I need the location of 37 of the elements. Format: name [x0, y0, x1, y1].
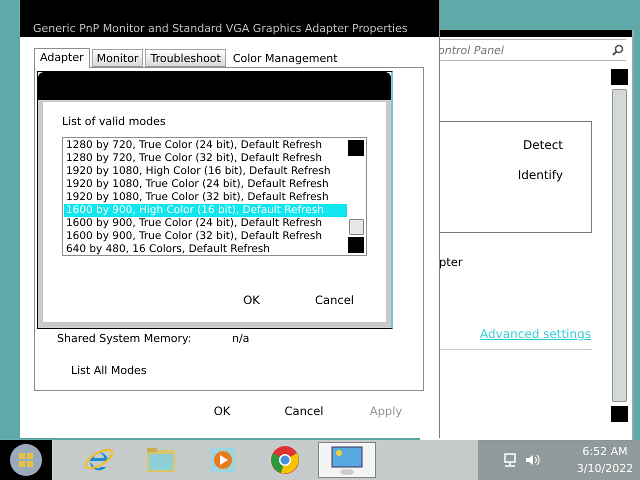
list-heading: List of valid modes: [62, 115, 167, 128]
tab[interactable]: Troubleshoot: [145, 49, 226, 67]
display-button[interactable]: Detect: [518, 136, 567, 154]
mode-item[interactable]: 640 by 480, 16 Colors, Default Refresh: [64, 243, 347, 256]
dialog-button[interactable]: OK: [184, 400, 260, 421]
dialog-button[interactable]: OK: [214, 290, 289, 310]
dialog-button[interactable]: Cancel: [297, 290, 372, 310]
window-title: Generic PnP Monitor and Standard VGA Graphics Adapter Properties: [33, 22, 408, 35]
adapter-label: pter: [439, 255, 463, 269]
monitor-icon: [329, 444, 365, 476]
chrome-icon: [269, 444, 301, 476]
speaker-icon[interactable]: [524, 452, 540, 468]
mode-item[interactable]: 1280 by 720, True Color (24 bit), Default Refresh: [64, 139, 347, 152]
mode-item[interactable]: 1920 by 1080, True Color (24 bit), Default Refresh: [64, 178, 347, 191]
mode-item[interactable]: 1600 by 900, True Color (32 bit), Default Refresh: [64, 230, 347, 243]
mode-item[interactable]: 1280 by 720, True Color (32 bit), Default Refresh: [64, 152, 347, 165]
display-button[interactable]: Identify: [514, 166, 567, 184]
scrollbar[interactable]: [347, 138, 366, 255]
taskbar-app[interactable]: [318, 442, 376, 478]
folder-icon: [145, 446, 177, 474]
clock-date: 3/10/2022: [576, 461, 634, 477]
mode-item[interactable]: 1600 by 900, True Color (24 bit), Default Refresh: [64, 217, 347, 230]
dialog-button[interactable]: Cancel: [266, 400, 342, 421]
start-button[interactable]: [0, 440, 52, 480]
scrollbar[interactable]: [611, 69, 628, 422]
list-all-modes-button[interactable]: List All Modes: [67, 361, 151, 380]
modes-list[interactable]: [62, 137, 367, 256]
search-icon: [612, 44, 624, 56]
field-label: Shared System Memory:: [57, 332, 192, 345]
mode-item[interactable]: 1920 by 1080, High Color (16 bit), Default Refresh: [64, 165, 347, 178]
network-icon[interactable]: [502, 452, 518, 468]
tab[interactable]: Monitor: [92, 49, 144, 67]
clock-time: 6:52 AM: [582, 444, 628, 460]
play-icon: [208, 445, 238, 475]
tab[interactable]: Adapter: [34, 48, 90, 68]
field-value: n/a: [232, 332, 250, 345]
mode-item[interactable]: 1920 by 1080, True Color (32 bit), Default Refresh: [64, 191, 347, 204]
